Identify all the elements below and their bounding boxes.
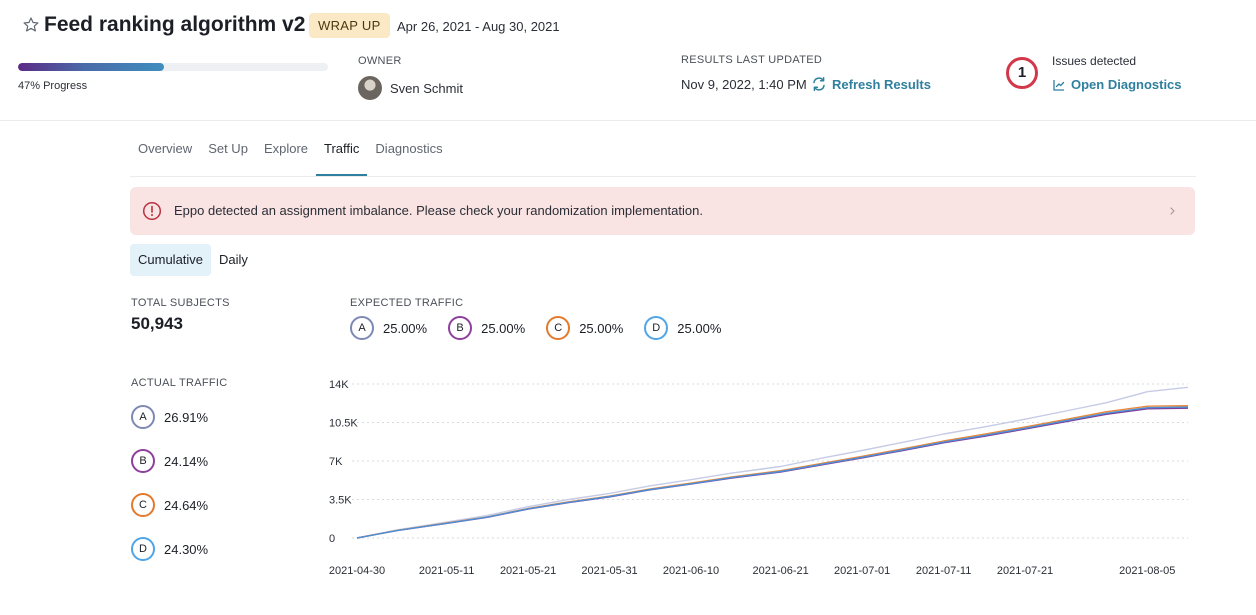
- variant-c-badge: C: [546, 316, 571, 340]
- x-tick-label: 2021-08-05: [1119, 565, 1175, 577]
- expected-traffic-item: D 25.00%: [644, 316, 721, 340]
- y-tick-label: 0: [329, 533, 335, 545]
- tab-bar: Overview Set Up Explore Traffic Diagnost…: [130, 130, 1196, 177]
- refresh-icon: [813, 77, 825, 91]
- expected-traffic-label: EXPECTED TRAFFIC: [350, 297, 464, 309]
- progress-bar-fill: [18, 63, 164, 71]
- x-tick-label: 2021-06-10: [663, 565, 719, 577]
- progress-label: 47% Progress: [18, 80, 88, 92]
- daily-toggle[interactable]: Daily: [211, 244, 256, 276]
- actual-traffic-d: 24.30%: [164, 541, 209, 557]
- open-diagnostics-link[interactable]: Open Diagnostics: [1052, 77, 1182, 92]
- refresh-results-button[interactable]: Refresh Results: [811, 74, 931, 94]
- tab-overview[interactable]: Overview: [130, 130, 200, 176]
- tab-diagnostics[interactable]: Diagnostics: [367, 130, 450, 176]
- issues-count-badge: 1: [1006, 57, 1038, 89]
- progress-bar: [18, 63, 328, 71]
- actual-traffic-c: 24.64%: [164, 497, 209, 513]
- tab-setup[interactable]: Set Up: [200, 130, 256, 176]
- expected-traffic-item: A 25.00%: [350, 316, 427, 340]
- actual-traffic-item: C 24.64%: [131, 493, 208, 517]
- alert-message: Eppo detected an assignment imbalance. P…: [174, 203, 703, 218]
- alert-icon: [142, 201, 162, 221]
- refresh-results-label: Refresh Results: [832, 76, 931, 92]
- page-title: Feed ranking algorithm v2: [44, 13, 306, 36]
- x-tick-label: 2021-05-31: [581, 565, 637, 577]
- star-icon[interactable]: [22, 16, 40, 34]
- total-subjects-label: TOTAL SUBJECTS: [131, 297, 230, 309]
- x-tick-label: 2021-07-21: [997, 565, 1053, 577]
- expected-traffic-item: C 25.00%: [546, 316, 623, 340]
- variant-d-badge: D: [644, 316, 669, 340]
- actual-traffic-b: 24.14%: [164, 453, 209, 469]
- variant-d-badge: D: [131, 537, 155, 561]
- tab-explore[interactable]: Explore: [256, 130, 316, 176]
- actual-traffic-label: ACTUAL TRAFFIC: [131, 377, 228, 389]
- y-tick-label: 7K: [329, 456, 343, 468]
- expected-traffic-d: 25.00%: [677, 320, 722, 336]
- variant-b-badge: B: [448, 316, 473, 340]
- variant-a-badge: A: [131, 405, 155, 429]
- status-badge: WRAP UP: [309, 13, 390, 38]
- chevron-right-icon[interactable]: [1168, 203, 1178, 219]
- cumulative-toggle[interactable]: Cumulative: [130, 244, 212, 276]
- open-diagnostics-label: Open Diagnostics: [1071, 77, 1182, 92]
- y-tick-label: 14K: [329, 379, 349, 391]
- owner-heading: OWNER: [358, 55, 402, 67]
- actual-traffic-item: B 24.14%: [131, 449, 208, 473]
- expected-traffic-item: B 25.00%: [448, 316, 525, 340]
- avatar: [358, 76, 382, 100]
- actual-traffic-a: 26.91%: [164, 409, 209, 425]
- x-tick-label: 2021-05-21: [500, 565, 556, 577]
- view-toggle: Cumulative Daily: [130, 244, 256, 276]
- variant-c-badge: C: [131, 493, 155, 517]
- tab-traffic[interactable]: Traffic: [316, 130, 368, 176]
- actual-traffic-item: D 24.30%: [131, 537, 208, 561]
- x-tick-label: 2021-06-21: [753, 565, 809, 577]
- owner-name: Sven Schmit: [390, 81, 463, 96]
- x-tick-label: 2021-04-30: [329, 565, 385, 577]
- diagnostics-icon: [1053, 79, 1065, 91]
- expected-traffic-list: A 25.00% B 25.00% C 25.00% D 25.00%: [350, 316, 742, 340]
- expected-traffic-b: 25.00%: [481, 320, 526, 336]
- issues-label: Issues detected: [1052, 54, 1137, 68]
- expected-traffic-a: 25.00%: [383, 320, 428, 336]
- y-tick-label: 3.5K: [329, 495, 352, 507]
- results-timestamp: Nov 9, 2022, 1:40 PM: [681, 77, 807, 92]
- traffic-chart: 0 3.5K 7K 10.5K 14K 2021-04-30 2021-05-11 2021-…: [329, 379, 1189, 577]
- date-range: Apr 26, 2021 - Aug 30, 2021: [397, 19, 560, 34]
- results-heading: RESULTS LAST UPDATED: [681, 54, 823, 66]
- x-tick-label: 2021-07-11: [916, 565, 971, 577]
- x-tick-label: 2021-05-11: [419, 565, 474, 577]
- imbalance-alert: Eppo detected an assignment imbalance. P…: [130, 187, 1195, 235]
- series-line-d: [356, 406, 1189, 539]
- y-tick-label: 10.5K: [329, 418, 358, 430]
- variant-b-badge: B: [131, 449, 155, 473]
- actual-traffic-item: A 26.91%: [131, 405, 208, 429]
- variant-a-badge: A: [350, 316, 374, 340]
- experiment-header: Feed ranking algorithm v2 WRAP UP Apr 26…: [0, 0, 1256, 121]
- total-subjects-value: 50,943: [131, 314, 183, 333]
- expected-traffic-c: 25.00%: [579, 320, 624, 336]
- series-line-a: [356, 386, 1189, 539]
- x-tick-label: 2021-07-01: [834, 565, 890, 577]
